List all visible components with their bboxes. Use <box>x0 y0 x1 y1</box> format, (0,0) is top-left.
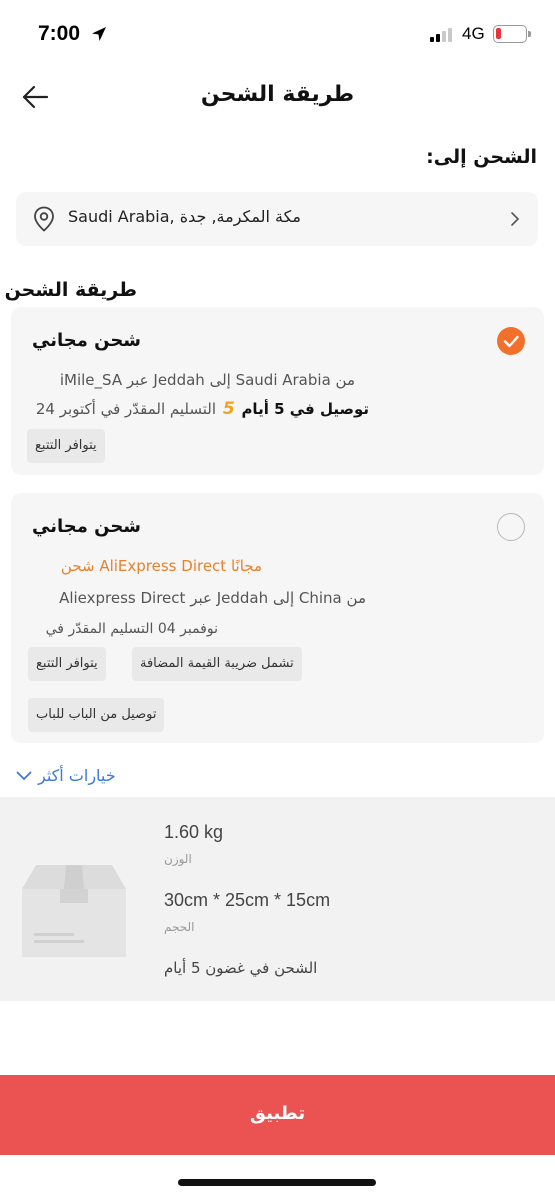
option-title: شحن مجاني <box>32 516 141 537</box>
location-pin-icon <box>34 206 54 232</box>
option-route: من China إلى Jeddah عبر Aliexpress Direc… <box>59 589 366 607</box>
size-label: الحجم <box>164 920 195 934</box>
shipping-option-imile[interactable]: شحن مجاني من Saudi Arabia إلى Jeddah عبر… <box>11 307 544 475</box>
more-options-label: خيارات أكثر <box>38 766 116 785</box>
package-size: 30cm * 25cm * 15cm <box>164 890 331 910</box>
network-type: 4G <box>462 24 485 43</box>
express-5-icon: 5 <box>222 399 235 419</box>
apply-button[interactable]: تطبيق <box>0 1075 555 1155</box>
tag-tracking: يتوافر التتبع <box>28 647 106 681</box>
shipping-option-aliexpress-direct[interactable]: شحن مجاني مجانًا AliExpress Direct شحن م… <box>11 493 544 743</box>
chevron-down-icon <box>16 771 32 780</box>
option-route: من Saudi Arabia إلى Jeddah عبر iMile_SA <box>59 371 355 389</box>
status-time: 7:00 <box>38 22 81 45</box>
checkmark-icon <box>503 335 519 348</box>
location-arrow-icon <box>92 27 106 41</box>
signal-icon <box>430 28 456 42</box>
shipping-days: الشحن في غضون 5 أيام <box>164 959 318 977</box>
battery-icon <box>493 25 531 43</box>
home-indicator <box>178 1179 376 1186</box>
option-title: شحن مجاني <box>32 330 141 351</box>
tag-vat-included: تشمل ضريبة القيمة المضافة <box>132 647 302 681</box>
package-info-panel: 1.60 kg الوزن 30cm * 25cm * 15cm الحجم ا… <box>0 797 555 1001</box>
chevron-right-icon <box>511 212 520 226</box>
package-weight: 1.60 kg <box>164 822 224 842</box>
status-bar: 7:00 4G <box>0 0 555 70</box>
more-options-link[interactable]: خيارات أكثر <box>16 766 116 785</box>
package-box-icon <box>22 865 126 957</box>
page-title: طريقة الشحن <box>200 82 355 107</box>
option-delivery: توصيل في 5 أيام 5 التسليم المقدّر في أكت… <box>35 399 369 419</box>
weight-label: الوزن <box>164 852 192 866</box>
option-delivery: نوفمبر 04 التسليم المقدّر في <box>45 621 218 637</box>
radio-unselected[interactable] <box>497 513 525 541</box>
address-selector[interactable]: Saudi Arabia, مكة المكرمة, جدة <box>16 192 538 246</box>
radio-selected[interactable] <box>497 327 525 355</box>
option-price: مجانًا AliExpress Direct شحن <box>60 557 262 575</box>
address-text: Saudi Arabia, مكة المكرمة, جدة <box>68 207 301 226</box>
ship-to-label: الشحن إلى: <box>426 146 537 168</box>
tag-door-to-door: توصيل من الباب للباب <box>28 698 165 732</box>
shipping-method-label: طريقة الشحن <box>4 279 137 301</box>
tag-tracking: يتوافر التتبع <box>27 429 105 463</box>
